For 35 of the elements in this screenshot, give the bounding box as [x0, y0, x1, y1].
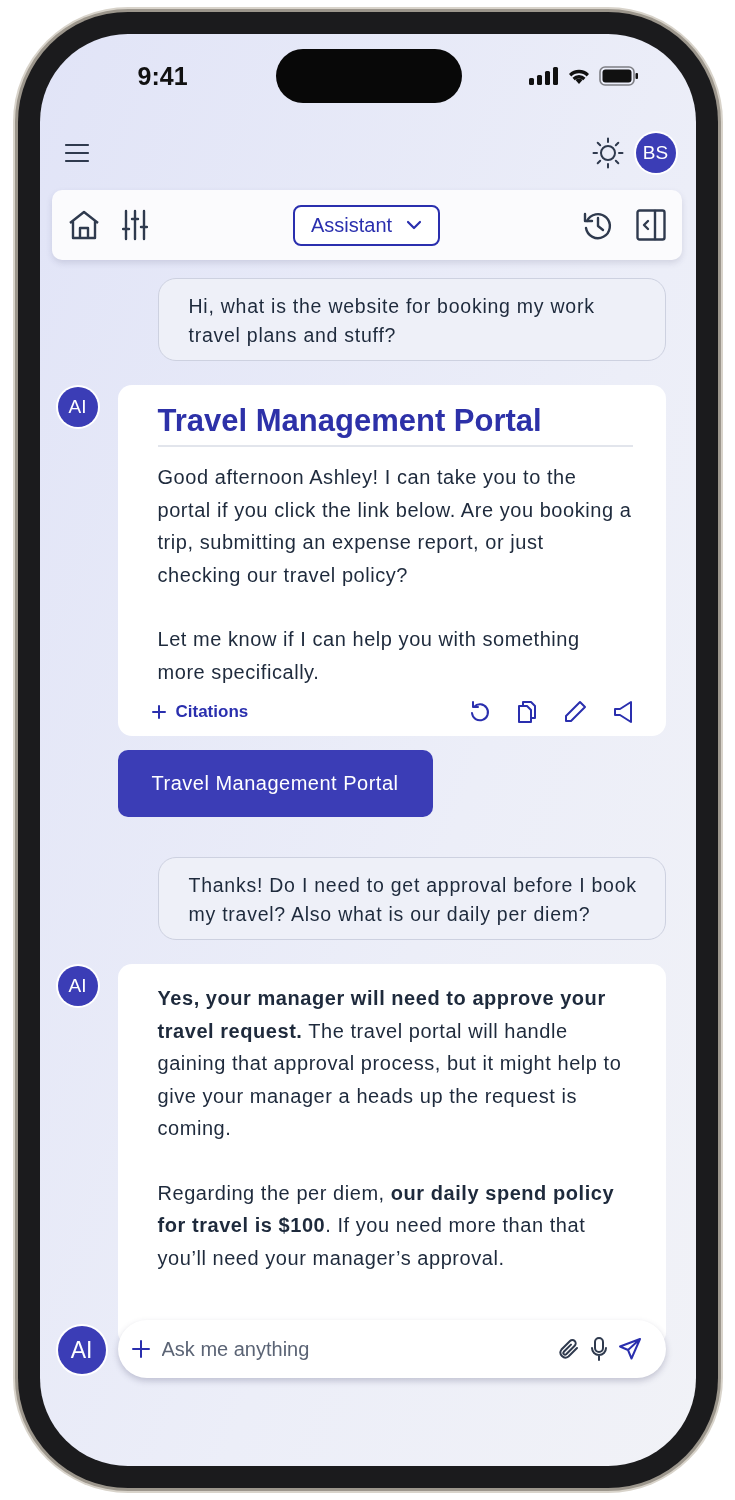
- microphone-icon[interactable]: [589, 1336, 608, 1362]
- assistant-avatar: AI: [57, 387, 98, 427]
- status-time: 9:41: [137, 61, 188, 91]
- menu-icon[interactable]: [63, 143, 90, 163]
- pencil-icon[interactable]: [562, 700, 587, 724]
- sun-icon[interactable]: [591, 137, 624, 169]
- paperclip-icon[interactable]: [557, 1337, 580, 1361]
- regenerate-icon[interactable]: [468, 700, 491, 724]
- plus-icon[interactable]: [131, 1340, 150, 1358]
- sidebar-toggle-icon[interactable]: [635, 209, 666, 241]
- battery-icon: [599, 66, 640, 86]
- chevron-down-icon: [406, 220, 423, 230]
- message-input-field[interactable]: Ask me anything: [117, 1320, 666, 1378]
- wifi-icon: [567, 67, 592, 85]
- signal-icon: [529, 67, 560, 85]
- response-paragraph: Let me know if I can help you with something more specifically.: [157, 627, 581, 685]
- assistant-avatar: AI: [57, 966, 98, 1006]
- send-icon[interactable]: [617, 1337, 642, 1361]
- response-paragraph: Yes, your manager will need to approve your travel request. The travel portal will handle gaining that approval process, but it might help to give your manager a heads up the request is coming.: [157, 986, 623, 1141]
- speaker-icon[interactable]: [612, 700, 633, 724]
- response-paragraph: Good afternoon Ashley! I can take you to the portal if you click the link below. Are you booking a trip, submitting an expense report, or just checking our travel policy?: [157, 465, 633, 588]
- response-paragraph: Regarding the per diem, our daily spend policy for travel is $100. If you need more than that you’ll need your manager’s approval.: [157, 1180, 616, 1271]
- user-message: Hi, what is the website for booking my work travel plans and stuff?: [157, 278, 666, 361]
- user-avatar[interactable]: BS: [635, 133, 676, 173]
- message-input[interactable]: Ask me anything: [159, 1336, 548, 1362]
- mode-dropdown[interactable]: Assistant: [292, 204, 441, 246]
- home-icon[interactable]: [67, 210, 100, 240]
- assistant-avatar: AI: [57, 1326, 106, 1374]
- plus-icon: [151, 705, 166, 719]
- citations-button[interactable]: Citations: [151, 700, 249, 724]
- portal-link-button[interactable]: Travel Management Portal: [117, 750, 433, 817]
- user-message: Thanks! Do I need to get approval before I book my travel? Also what is our daily per diem?: [157, 857, 666, 940]
- copy-icon[interactable]: [516, 700, 537, 724]
- sliders-icon[interactable]: [121, 209, 148, 241]
- response-title: Travel Management Portal: [157, 403, 633, 447]
